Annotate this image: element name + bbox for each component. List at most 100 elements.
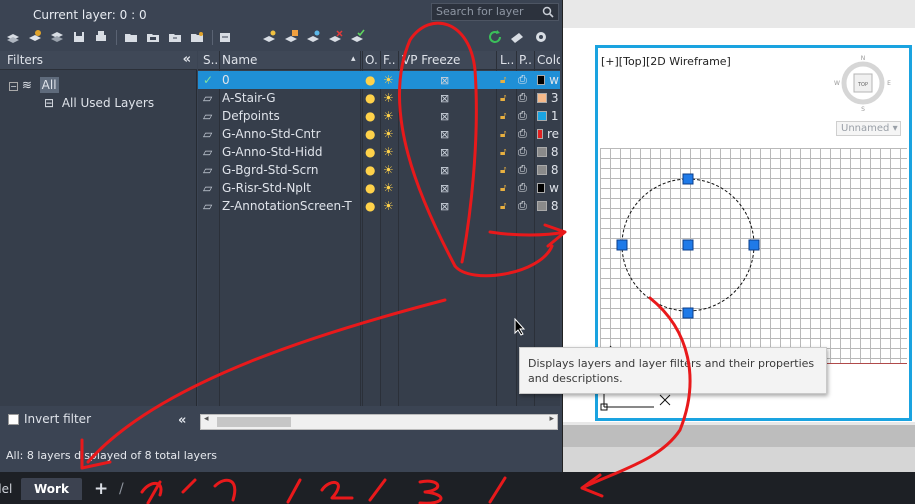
layer-name[interactable]: A-Stair-G — [222, 90, 358, 106]
new-layer-icon[interactable] — [260, 28, 278, 46]
sun-icon[interactable]: ☀ — [383, 180, 397, 196]
filter-tree-used-layers[interactable]: ⊟ All Used Layers — [44, 96, 154, 110]
filter-all-label[interactable]: All — [39, 77, 59, 93]
layer-row[interactable]: ▱ Defpoints ● ☀ ⊠ 🔓︎ ⎙ 1 — [198, 107, 560, 125]
col-vp-freeze[interactable]: VP Freeze — [402, 53, 494, 67]
delete-layer-icon[interactable] — [326, 28, 344, 46]
col-status[interactable]: S.. — [203, 53, 219, 67]
layer-row[interactable]: ▱ G-Anno-Std-Hidd ● ☀ ⊠ 🔓︎ ⎙ 8 — [198, 143, 560, 161]
sun-icon[interactable]: ☀ — [383, 90, 397, 106]
scroll-right-icon[interactable]: ▸ — [549, 414, 554, 424]
layer-row[interactable]: ▱ Z-AnnotationScreen-T ● ☀ ⊠ 🔓︎ ⎙ 8 — [198, 197, 560, 215]
col-color[interactable]: Colo — [537, 53, 560, 67]
drawing-area[interactable]: [+][Top][2D Wireframe] TOP N S W E Unnam… — [563, 0, 915, 472]
layer-row[interactable]: ▱ G-Risr-Std-Nplt ● ☀ ⊠ 🔓︎ ⎙ w — [198, 179, 560, 197]
horizontal-scrollbar[interactable]: ◂ ▸ — [200, 414, 558, 430]
bulb-icon[interactable]: ● — [365, 108, 379, 124]
set-current-icon[interactable] — [348, 28, 366, 46]
sun-icon[interactable]: ☀ — [383, 108, 397, 124]
col-freeze[interactable]: F.. — [383, 53, 397, 67]
layer-row[interactable]: ▱ A-Stair-G ● ☀ ⊠ 🔓︎ ⎙ 3 — [198, 89, 560, 107]
printer-icon[interactable]: ⎙ — [518, 198, 532, 214]
lock-open-icon[interactable]: 🔓︎ — [500, 198, 514, 214]
layer-name[interactable]: G-Bgrd-Std-Scrn — [222, 162, 358, 178]
col-name[interactable]: Name — [222, 53, 352, 67]
scrollbar-thumb[interactable] — [217, 417, 291, 427]
tab-work[interactable]: Work — [21, 478, 82, 500]
printer-icon[interactable]: ⎙ — [518, 108, 532, 124]
filter-tree-all[interactable]: − ≋ All — [9, 77, 59, 93]
layer-settings-icon[interactable] — [508, 28, 526, 46]
new-vp-frozen-layer-icon[interactable] — [282, 28, 300, 46]
tree-collapse-icon[interactable]: − — [9, 82, 18, 91]
folder-layer-icon[interactable] — [122, 28, 140, 46]
new-group-filter-icon[interactable] — [26, 28, 44, 46]
collapse-filters-button[interactable]: « — [183, 52, 191, 67]
color-cell[interactable]: 3 — [537, 90, 559, 106]
print-layer-icon[interactable] — [92, 28, 110, 46]
printer-icon[interactable]: ⎙ — [518, 180, 532, 196]
lock-open-icon[interactable]: 🔓︎ — [500, 180, 514, 196]
layer-name[interactable]: Defpoints — [222, 108, 358, 124]
layer-row[interactable]: ▱ G-Bgrd-Std-Scrn ● ☀ ⊠ 🔓︎ ⎙ 8 — [198, 161, 560, 179]
col-on[interactable]: O.. — [365, 53, 379, 67]
sun-icon[interactable]: ☀ — [383, 198, 397, 214]
new-property-filter-icon[interactable] — [4, 28, 22, 46]
layer-name[interactable]: Z-AnnotationScreen-T — [222, 198, 358, 214]
color-cell[interactable]: 8 — [537, 162, 559, 178]
lock-open-icon[interactable]: 🔓︎ — [500, 162, 514, 178]
printer-icon[interactable]: ⎙ — [518, 144, 532, 160]
vp-freeze-icon[interactable]: ⊠ — [440, 162, 454, 178]
sun-icon[interactable]: ☀ — [383, 72, 397, 88]
layer-name[interactable]: 0 — [222, 72, 358, 88]
layer-name[interactable]: G-Anno-Std-Cntr — [222, 126, 358, 142]
layer-name[interactable]: G-Risr-Std-Nplt — [222, 180, 358, 196]
col-lock[interactable]: L.. — [500, 53, 514, 67]
lock-open-icon[interactable]: 🔓︎ — [500, 90, 514, 106]
lock-open-icon[interactable]: 🔓︎ — [500, 126, 514, 142]
bulb-icon[interactable]: ● — [365, 162, 379, 178]
settings-folder-icon[interactable] — [188, 28, 206, 46]
vp-freeze-icon[interactable]: ⊠ — [440, 144, 454, 160]
search-input[interactable]: Search for layer — [431, 3, 559, 21]
color-cell[interactable]: w — [537, 72, 559, 88]
bulb-icon[interactable]: ● — [365, 72, 379, 88]
sun-icon[interactable]: ☀ — [383, 144, 397, 160]
lock-open-icon[interactable]: 🔓︎ — [500, 72, 514, 88]
vp-freeze-icon[interactable]: ⊠ — [440, 108, 454, 124]
col-plot[interactable]: P.. — [519, 53, 533, 67]
lock-open-icon[interactable]: 🔓︎ — [500, 108, 514, 124]
printer-icon[interactable]: ⎙ — [518, 90, 532, 106]
color-cell[interactable]: 1 — [537, 108, 559, 124]
refresh-icon[interactable] — [486, 28, 504, 46]
bulb-icon[interactable]: ● — [365, 90, 379, 106]
printer-icon[interactable]: ⎙ — [518, 126, 532, 142]
layer-states-icon[interactable] — [48, 28, 66, 46]
color-cell[interactable]: re — [537, 126, 559, 142]
vp-freeze-icon[interactable]: ⊠ — [440, 72, 454, 88]
vp-freeze-icon[interactable]: ⊠ — [440, 198, 454, 214]
save-layer-icon[interactable] — [70, 28, 88, 46]
filters-panel[interactable]: Filters « − ≋ All ⊟ All Used Layers — [0, 51, 197, 406]
vp-freeze-icon[interactable]: ⊠ — [440, 180, 454, 196]
bulb-icon[interactable]: ● — [365, 180, 379, 196]
sun-icon[interactable]: ☀ — [383, 126, 397, 142]
bulb-icon[interactable]: ● — [365, 126, 379, 142]
scroll-left-icon[interactable]: ◂ — [204, 414, 209, 424]
layer-properties-manager[interactable]: Current layer: 0 : 0 Search for layer Fi… — [0, 0, 563, 472]
lock-open-icon[interactable]: 🔓︎ — [500, 144, 514, 160]
color-cell[interactable]: 8 — [537, 144, 559, 160]
layer-list[interactable]: S.. Name ▴ O.. F.. VP Freeze L.. P.. Col… — [198, 51, 560, 406]
add-layout-button[interactable]: + — [88, 478, 114, 500]
vp-freeze-icon[interactable]: ⊠ — [440, 126, 454, 142]
filter-used-label[interactable]: All Used Layers — [62, 96, 154, 110]
folder-open-icon[interactable] — [144, 28, 162, 46]
gear-icon[interactable] — [532, 28, 550, 46]
printer-icon[interactable]: ⎙ — [518, 162, 532, 178]
folder-stack-icon[interactable] — [166, 28, 184, 46]
layer-row[interactable]: ✓ 0 ● ☀ ⊠ 🔓︎ ⎙ w — [198, 71, 560, 89]
color-cell[interactable]: 8 — [537, 198, 559, 214]
checkbox-box[interactable] — [8, 413, 19, 425]
sun-icon[interactable]: ☀ — [383, 162, 397, 178]
bulb-icon[interactable]: ● — [365, 144, 379, 160]
